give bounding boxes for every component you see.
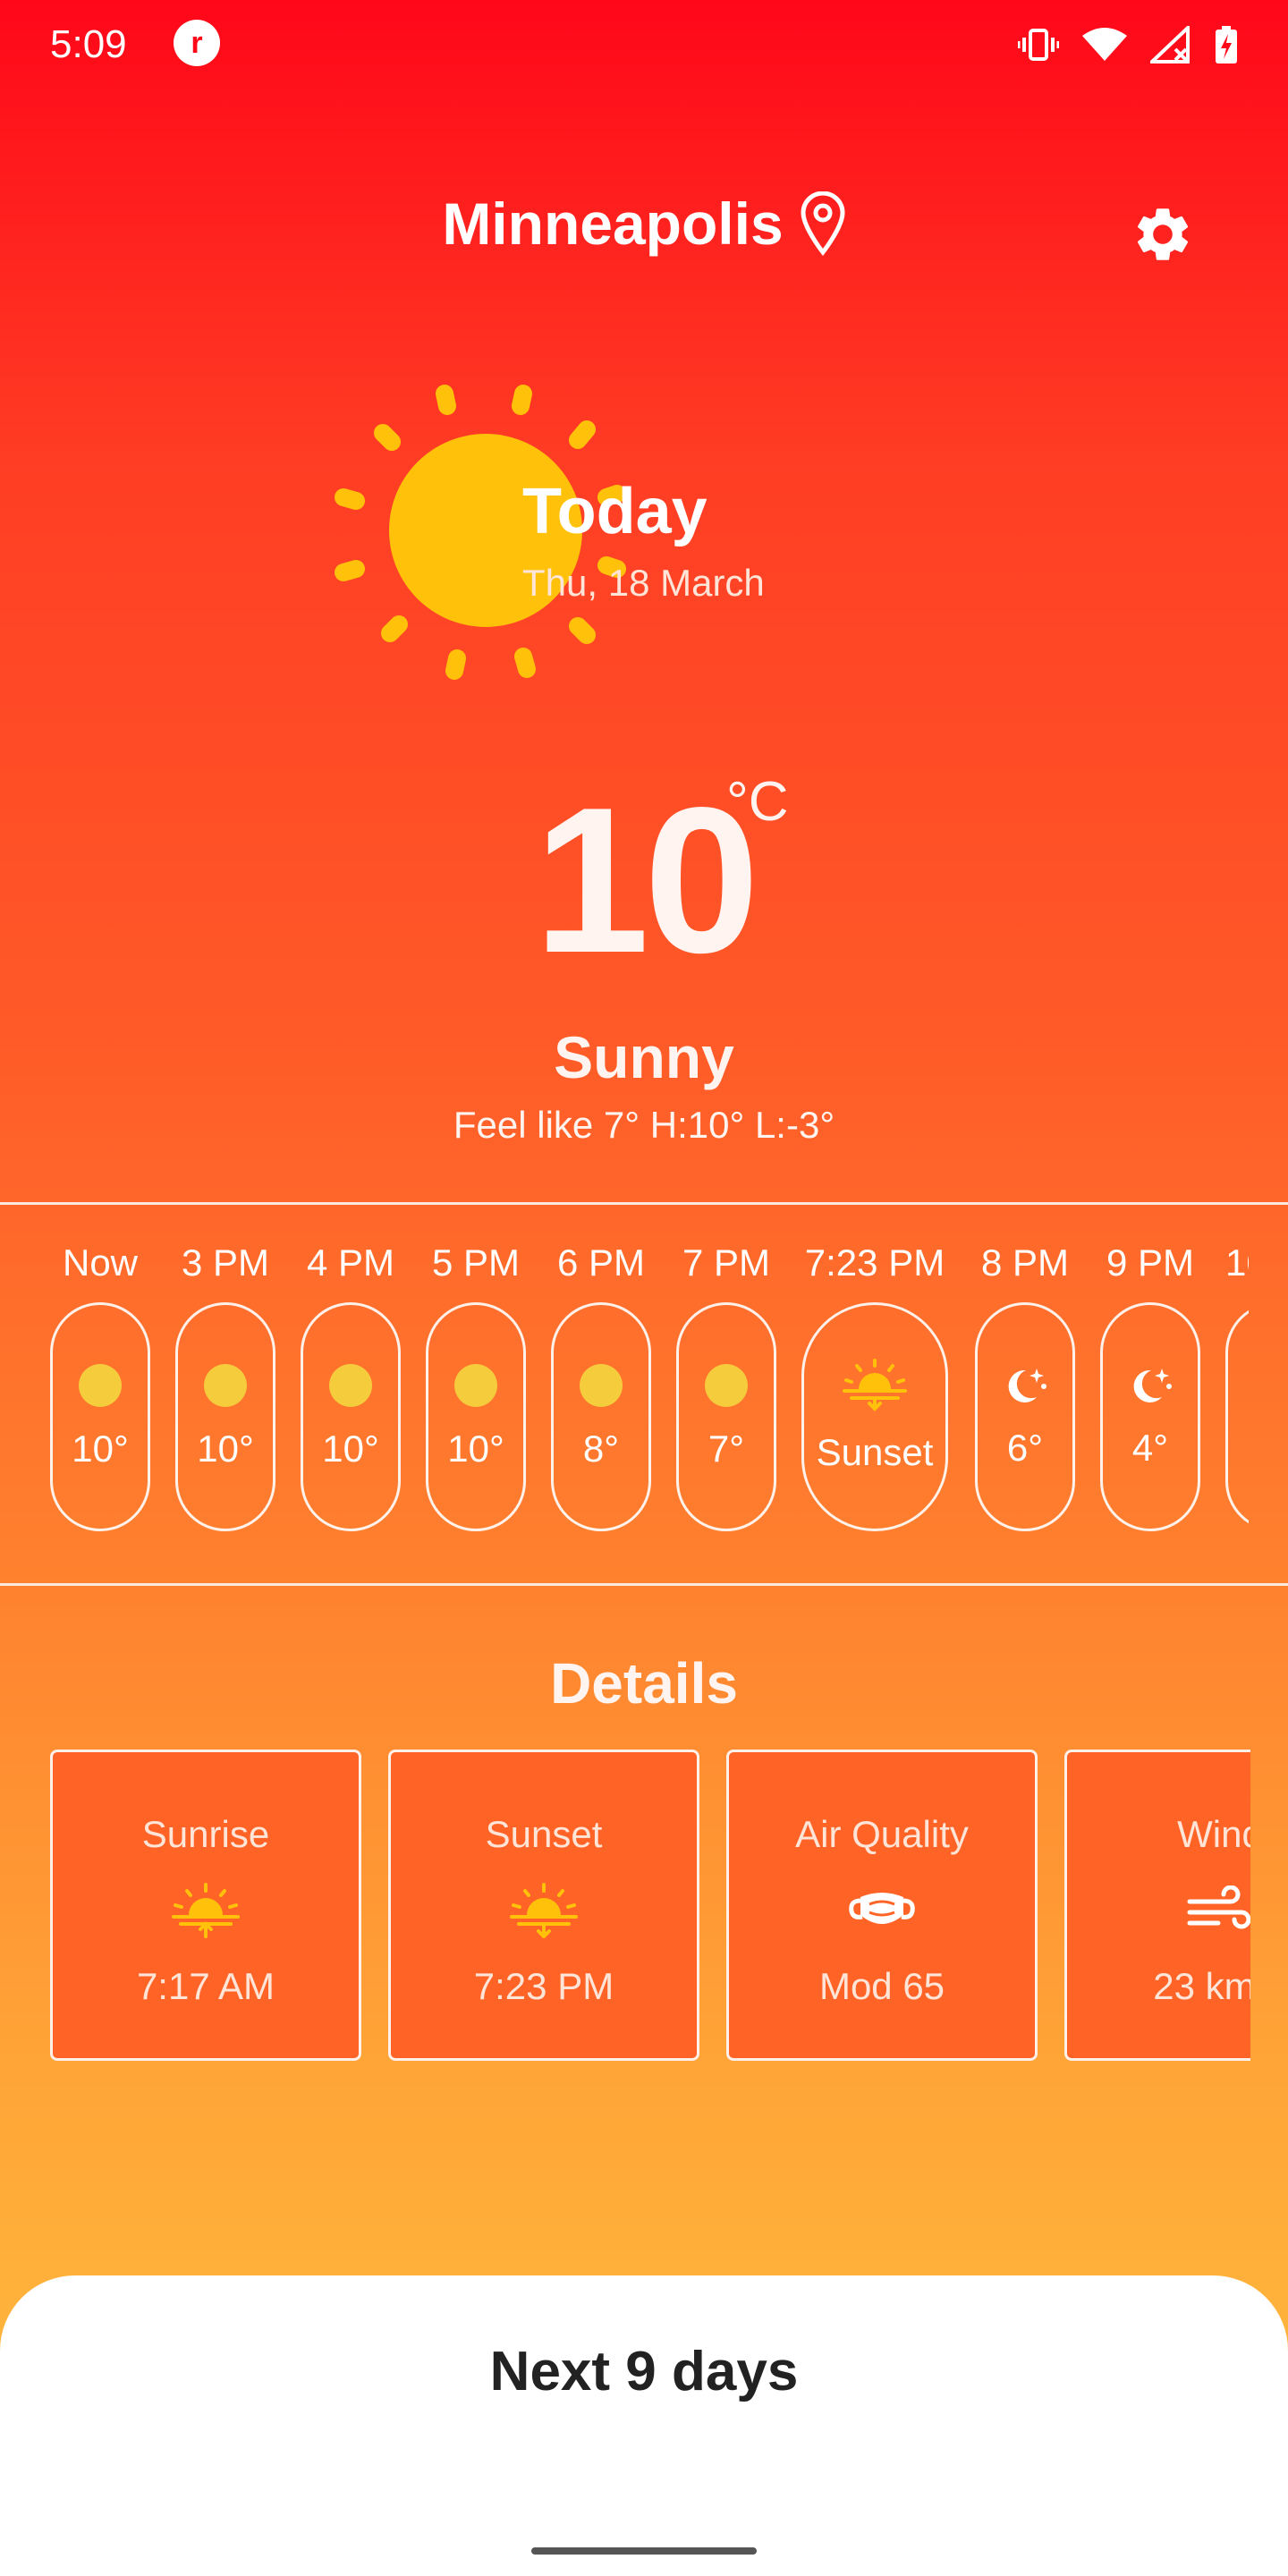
detail-card-sunrise[interactable]: Sunrise 7:17 AM: [50, 1750, 361, 2061]
hourly-forecast[interactable]: Now 10° 3 PM 10° 4 PM 10° 5 PM 10° 6 PM …: [50, 1236, 1249, 1558]
hour-time: 3 PM: [181, 1241, 270, 1284]
hour-time: 8 PM: [980, 1241, 1070, 1284]
sun-icon: [705, 1364, 748, 1407]
details-title: Details: [550, 1651, 738, 1716]
hour-value: 4°: [1131, 1427, 1169, 1469]
hourly-item[interactable]: 8 PM 6°: [975, 1236, 1075, 1531]
hour-value: Sunset: [816, 1431, 934, 1473]
detail-value: 23 km/h: [1153, 1965, 1250, 2007]
hour-time: 10 PM: [1225, 1241, 1249, 1284]
details-cards[interactable]: Sunrise 7:17 AM Sunset 7:23 PM Air Quali…: [50, 1750, 1250, 2063]
detail-card-air-quality[interactable]: Air Quality Mod 65: [726, 1750, 1038, 2061]
location-pin-icon: [801, 191, 845, 256]
hour-time: 9 PM: [1106, 1241, 1195, 1284]
hour-value: 6°: [1006, 1427, 1044, 1469]
today-date: Thu, 18 March: [522, 562, 765, 604]
hour-value: 8°: [582, 1428, 620, 1470]
sun-icon: [204, 1364, 247, 1407]
moon-stars-icon: [1133, 1368, 1172, 1402]
today-label: Today: [522, 476, 708, 547]
hourly-item[interactable]: 10 PM: [1225, 1236, 1249, 1531]
detail-card-sunset[interactable]: Sunset 7:23 PM: [388, 1750, 699, 2061]
weather-condition: Sunny: [554, 1024, 734, 1090]
hour-value: 10°: [447, 1428, 504, 1470]
hour-value: 10°: [322, 1428, 379, 1470]
sunrise-icon: [172, 1883, 240, 1938]
current-temperature: 10: [533, 765, 759, 996]
no-signal-icon: [1150, 26, 1190, 64]
settings-button[interactable]: [1125, 197, 1200, 272]
hour-time: 6 PM: [556, 1241, 646, 1284]
detail-value: 7:17 AM: [136, 1965, 275, 2007]
home-indicator[interactable]: [531, 2547, 757, 2555]
hour-time: 4 PM: [306, 1241, 395, 1284]
next-days-title[interactable]: Next 9 days: [0, 2334, 1288, 2410]
hourly-item[interactable]: 4 PM 10°: [301, 1236, 401, 1531]
gear-icon: [1137, 208, 1189, 260]
hour-time: 7:23 PM: [804, 1241, 945, 1284]
sun-icon: [454, 1364, 497, 1407]
hourly-item[interactable]: 5 PM 10°: [426, 1236, 526, 1531]
city-header[interactable]: Minneapolis: [0, 186, 1288, 261]
next-days-sheet[interactable]: [0, 2275, 1288, 2576]
hour-value: 10°: [72, 1428, 129, 1470]
wind-icon: [1187, 1885, 1250, 1929]
vibrate-icon: [1018, 29, 1059, 61]
hourly-item[interactable]: 6 PM 8°: [551, 1236, 651, 1531]
detail-value: 7:23 PM: [473, 1965, 614, 2007]
sunset-icon: [843, 1359, 907, 1411]
moon-stars-icon: [1008, 1368, 1046, 1402]
hour-time: Now: [62, 1241, 139, 1284]
hour-time: 5 PM: [431, 1241, 521, 1284]
status-icons: [1018, 20, 1238, 70]
detail-label: Wind: [1177, 1813, 1250, 1855]
detail-label: Air Quality: [795, 1813, 969, 1855]
divider: [0, 1583, 1288, 1586]
sun-icon: [580, 1364, 623, 1407]
hourly-item[interactable]: Now 10°: [50, 1236, 150, 1531]
status-time: 5:09: [50, 22, 127, 66]
detail-card-wind[interactable]: Wind 23 km/h: [1064, 1750, 1250, 2061]
battery-charging-icon: [1216, 26, 1237, 64]
mask-icon: [849, 1893, 915, 1924]
detail-label: Sunset: [485, 1813, 603, 1855]
divider: [0, 1202, 1288, 1205]
wifi-icon: [1082, 28, 1127, 61]
detail-value: Mod 65: [818, 1965, 945, 2007]
app-badge-icon: r: [174, 20, 220, 66]
city-name: Minneapolis: [442, 191, 784, 257]
temperature-unit: °C: [726, 771, 789, 833]
sun-icon: [79, 1364, 122, 1407]
hour-value: 7°: [708, 1428, 745, 1470]
hourly-item[interactable]: 7:23 PM Sunset: [801, 1236, 948, 1531]
hour-time: 7 PM: [682, 1241, 771, 1284]
sun-icon: [329, 1364, 372, 1407]
hourly-item[interactable]: 3 PM 10°: [175, 1236, 275, 1531]
detail-label: Sunrise: [141, 1813, 270, 1855]
sunset-icon: [510, 1883, 578, 1938]
hour-value: 10°: [197, 1428, 254, 1470]
hourly-item[interactable]: 7 PM 7°: [676, 1236, 776, 1531]
feels-like-summary: Feel like 7° H:10° L:-3°: [453, 1104, 835, 1146]
hourly-item[interactable]: 9 PM 4°: [1100, 1236, 1200, 1531]
